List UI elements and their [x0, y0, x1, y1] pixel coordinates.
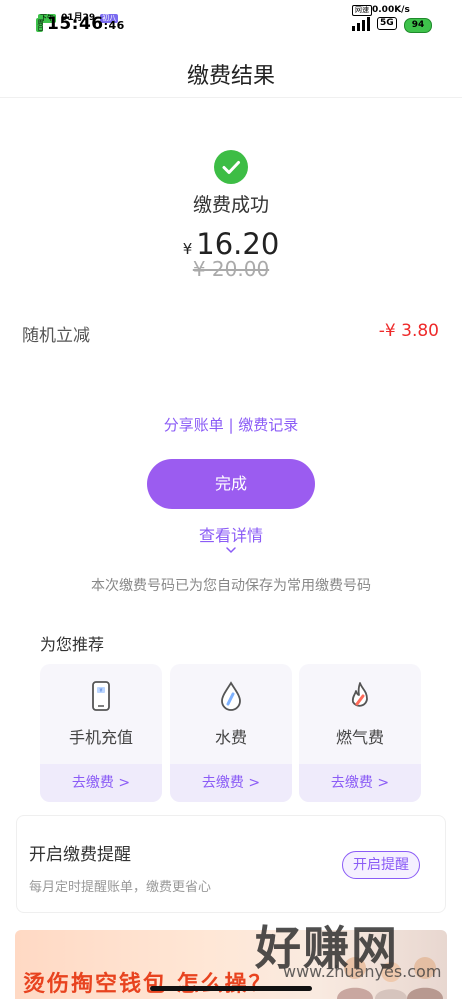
autosave-note: 本次缴费号码已为您自动保存为常用缴费号码 — [91, 578, 371, 594]
payment-status: 缴费成功 — [192, 194, 269, 216]
net-speed: 0.00K/s — [372, 5, 410, 15]
signal-icon — [352, 17, 370, 31]
discount-value: -¥ 3.80 — [378, 321, 439, 341]
pay-button-water[interactable]: 去缴费 > — [170, 764, 292, 802]
clock: 15:46:46 — [47, 14, 125, 34]
banner-text: 烫伤掏空钱包 怎么操？ — [23, 972, 273, 997]
status-bar: 下午 01月29 初八 周日 15:46:46 网速 0.00K/s 5G 94 — [0, 0, 462, 40]
enable-reminder-button[interactable]: 开启提醒 — [342, 851, 420, 879]
success-check-icon — [214, 150, 248, 184]
reminder-subtitle: 每月定时提醒账单，缴费更省心 — [29, 880, 212, 895]
recommend-card-water[interactable]: 水费 去缴费 > — [170, 664, 292, 802]
water-drop-icon — [221, 681, 241, 711]
page-title: 缴费结果 — [186, 64, 275, 89]
header-divider — [0, 97, 462, 98]
network-type: 5G — [377, 17, 397, 30]
svg-text:¥: ¥ — [99, 688, 102, 694]
home-indicator[interactable] — [150, 986, 312, 991]
chevron-down-icon[interactable] — [224, 545, 238, 555]
pay-button-phone[interactable]: 去缴费 > — [40, 764, 162, 802]
recommend-card-gas[interactable]: 燃气费 去缴费 > — [299, 664, 421, 802]
phone-recharge-icon: ¥ — [92, 681, 110, 711]
link-separator: | — [223, 416, 239, 434]
discount-label: 随机立减 — [22, 326, 90, 346]
clock-time: 15:46 — [47, 14, 104, 34]
watermark-url: www.zhuanyes.com — [283, 962, 442, 981]
paid-amount: ¥16.20 — [0, 227, 462, 261]
recommend-title: 为您推荐 — [40, 635, 105, 654]
view-details-link[interactable]: 查看详情 — [0, 522, 462, 546]
recommend-label-phone: 手机充值 — [68, 728, 133, 747]
pay-button-gas[interactable]: 去缴费 > — [299, 764, 421, 802]
gas-flame-icon — [351, 682, 368, 707]
share-bill-link[interactable]: 分享账单 — [164, 416, 224, 434]
result-links: 分享账单 | 缴费记录 — [0, 414, 462, 435]
recommend-label-gas: 燃气费 — [335, 728, 384, 747]
weekday-tag: 周日 — [36, 18, 43, 32]
recommend-label-water: 水费 — [214, 728, 247, 747]
clock-seconds: :46 — [103, 19, 125, 32]
done-button[interactable]: 完成 — [147, 459, 315, 509]
amount-value: 16.20 — [196, 227, 280, 261]
currency-symbol: ¥ — [182, 240, 193, 258]
payment-reminder-card: 开启缴费提醒 每月定时提醒账单，缴费更省心 开启提醒 — [16, 815, 446, 913]
pay-records-link[interactable]: 缴费记录 — [238, 416, 298, 434]
original-amount: ¥ 20.00 — [192, 257, 270, 281]
battery-icon: 94 — [404, 18, 432, 33]
net-label: 网速 — [352, 5, 372, 16]
reminder-title: 开启缴费提醒 — [29, 845, 131, 865]
recommend-card-phone[interactable]: ¥ 手机充值 去缴费 > — [40, 664, 162, 802]
